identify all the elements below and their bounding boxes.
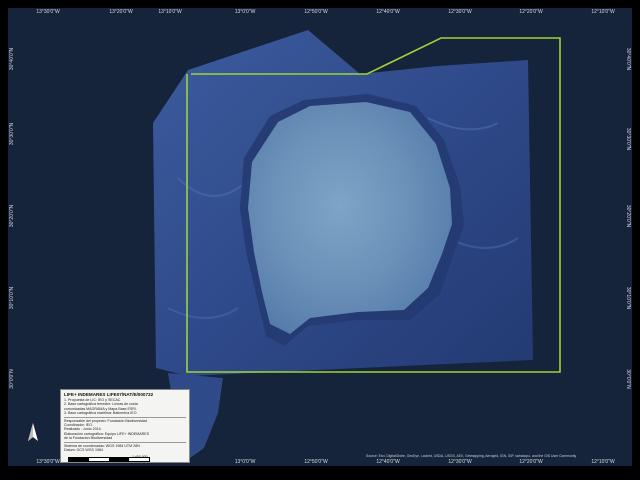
lon-tick-label: 12°20'0"W	[519, 9, 543, 15]
lat-tick-label: 30°30'0"N	[625, 127, 631, 151]
legend-line: de la Fundación Biodiversidad	[64, 436, 113, 441]
lon-tick-label: 13°0'0"W	[234, 9, 256, 15]
basemap-credits: Source: Esri, DigitalGlobe, GeoEye, i-cu…	[366, 454, 577, 458]
lon-tick-label: 13°30'0"W	[36, 459, 60, 465]
lon-tick-label: 12°50'0"W	[304, 9, 328, 15]
lon-tick-label: 13°0'0"W	[234, 459, 256, 465]
lat-tick-label: 30°10'0"N	[625, 286, 631, 310]
lon-tick-label: 12°40'0"W	[376, 9, 400, 15]
lat-tick-label: 30°20'0"N	[9, 204, 15, 228]
video-frame: 13°30'0"W 13°20'0"W 13°10'0"W 13°0'0"W 1…	[0, 0, 640, 480]
lon-tick-label: 13°20'0"W	[109, 9, 133, 15]
lon-tick-label: 12°30'0"W	[448, 459, 472, 465]
lon-tick-label: 12°50'0"W	[304, 459, 328, 465]
legend-divider	[64, 441, 186, 443]
lon-tick-label: 12°10'0"W	[591, 9, 615, 15]
legend-line: Datum: GCS WGS 1984	[64, 448, 103, 453]
lat-tick-label: 30°30'0"N	[9, 122, 15, 146]
lat-tick-label: 30°40'0"N	[9, 47, 15, 71]
lon-tick-label: 13°30'0"W	[36, 9, 60, 15]
north-arrow-icon	[28, 423, 38, 441]
lat-tick-label: 30°0'0"N	[625, 369, 631, 389]
legend-divider	[64, 416, 186, 418]
lon-tick-label: 12°30'0"W	[448, 9, 472, 15]
map-legend: LIFE+ INDEMARES LIFE07/NAT/E/000732 1. P…	[60, 389, 190, 463]
lat-tick-label: 30°0'0"N	[9, 369, 15, 389]
lon-tick-label: 12°20'0"W	[519, 459, 543, 465]
lon-tick-label: 12°10'0"W	[591, 459, 615, 465]
legend-line: 3. Base cartográfica marítima: Batimetrí…	[64, 411, 137, 416]
lon-tick-label: 12°40'0"W	[376, 459, 400, 465]
scale-label: 1:400.000	[132, 455, 148, 459]
bathymetry-map[interactable]: 13°30'0"W 13°20'0"W 13°10'0"W 13°0'0"W 1…	[8, 8, 632, 466]
lat-tick-label: 30°10'0"N	[9, 286, 15, 310]
lat-tick-label: 30°20'0"N	[625, 204, 631, 228]
lat-tick-label: 30°40'0"N	[625, 47, 631, 71]
lon-tick-label: 13°10'0"W	[158, 9, 182, 15]
